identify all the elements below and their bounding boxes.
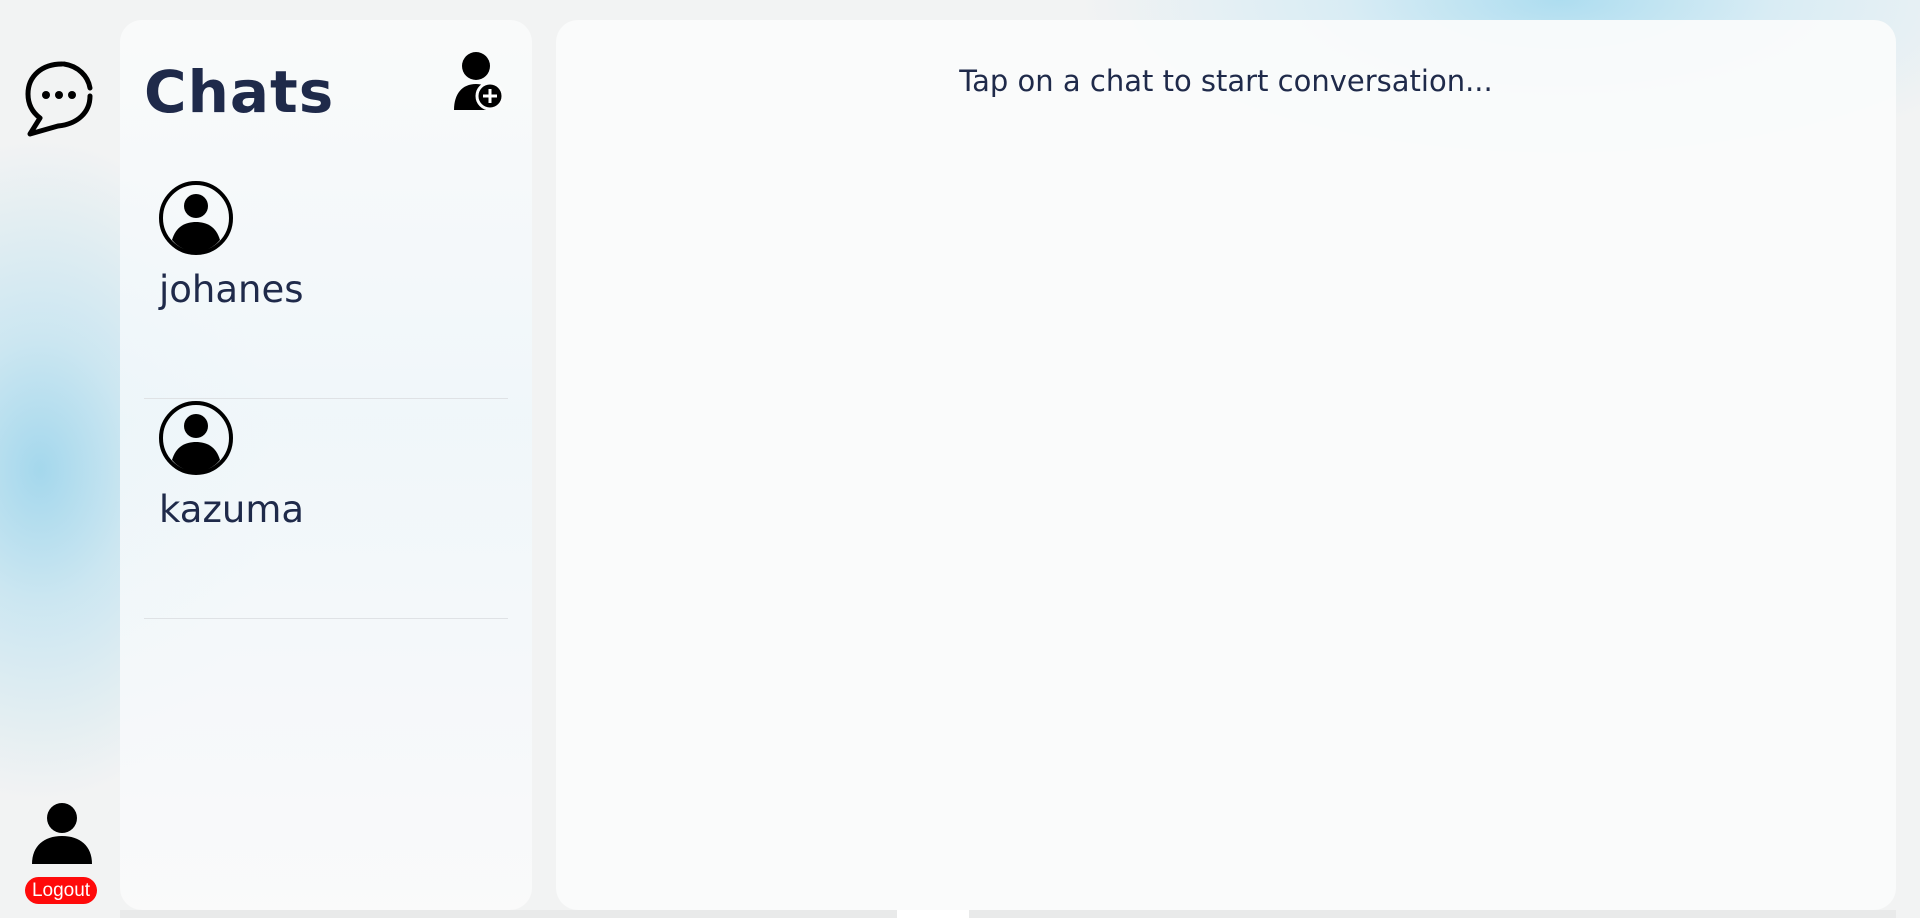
chat-item-kazuma[interactable]: kazuma xyxy=(144,400,508,619)
horizontal-scrollbar[interactable] xyxy=(120,910,1896,918)
chat-bubble-dots-icon[interactable] xyxy=(22,60,94,138)
scrollbar-thumb[interactable] xyxy=(897,910,969,918)
logout-button[interactable]: Logout xyxy=(25,877,97,904)
conversation-placeholder: Tap on a chat to start conversation... xyxy=(959,64,1493,98)
user-icon[interactable] xyxy=(30,802,94,864)
chat-item-johanes[interactable]: johanes xyxy=(144,180,508,399)
chat-item-name: kazuma xyxy=(159,488,305,531)
user-circle-icon xyxy=(159,181,233,255)
add-user-icon[interactable] xyxy=(450,52,506,112)
chat-item-name: johanes xyxy=(159,268,304,311)
conversation-panel: Tap on a chat to start conversation... xyxy=(556,20,1896,910)
chats-title: Chats xyxy=(144,58,335,126)
user-circle-icon xyxy=(159,401,233,475)
chats-panel: Chats johanes kazuma xyxy=(120,20,532,910)
left-rail: Logout xyxy=(0,0,120,918)
